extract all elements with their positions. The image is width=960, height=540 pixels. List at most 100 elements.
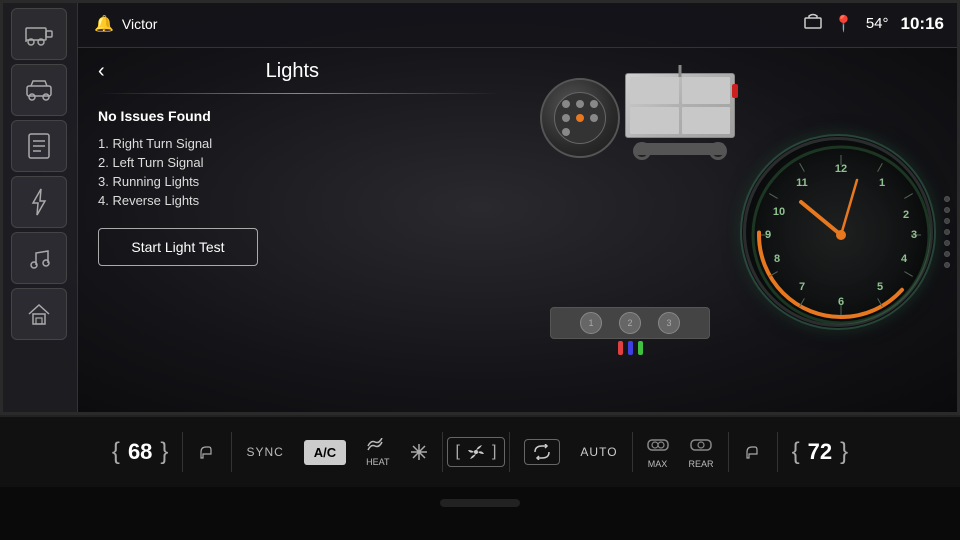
light-dot-2: 2	[619, 312, 641, 334]
svg-text:2: 2	[903, 209, 909, 221]
recirc-icon	[533, 444, 551, 460]
left-temp-section: { 68 }	[102, 438, 179, 466]
divider-4	[509, 432, 510, 472]
panel-header: ‹ Lights	[98, 60, 500, 83]
connector-inner	[554, 92, 606, 144]
svg-text:1: 1	[879, 177, 885, 189]
wire-green	[638, 341, 643, 355]
trailer-body	[625, 73, 735, 138]
auto-section[interactable]: AUTO	[570, 445, 627, 459]
right-temp-section: { 72 }	[782, 438, 859, 466]
top-bar: 🔔 Victor 📍 54° 10:16	[78, 0, 960, 48]
sidebar-item-music[interactable]	[11, 232, 67, 284]
bell-icon: 🔔	[94, 14, 114, 34]
max-label: MAX	[647, 459, 669, 469]
divider-2	[231, 432, 232, 472]
sidebar	[0, 0, 78, 415]
lights-list: 1. Right Turn Signal 2. Left Turn Signal…	[98, 134, 500, 210]
sidebar-item-home[interactable]	[11, 288, 67, 340]
fan-icon	[466, 442, 486, 462]
svg-text:3: 3	[911, 229, 917, 241]
dot-5	[944, 240, 950, 246]
sidebar-item-trailer[interactable]	[11, 8, 67, 60]
sidebar-item-checklist[interactable]	[11, 120, 67, 172]
pin-6	[590, 114, 598, 122]
right-seat-section	[733, 442, 773, 462]
sidebar-item-lightning[interactable]	[11, 176, 67, 228]
list-item: 1. Right Turn Signal	[98, 134, 500, 153]
start-light-test-button[interactable]: Start Light Test	[98, 228, 258, 266]
recirc-section[interactable]	[514, 439, 570, 465]
right-seat-icon	[743, 442, 763, 462]
user-info: 🔔 Victor	[94, 14, 157, 34]
right-bracket-open: {	[792, 438, 800, 466]
pin-5	[576, 114, 584, 122]
sidebar-item-car[interactable]	[11, 64, 67, 116]
left-bracket-close: }	[160, 438, 168, 466]
bottom-bar	[0, 487, 960, 540]
fan-bracket-right: ]	[492, 443, 496, 461]
clock-area: 12 1 2 3 4 5 6 7	[740, 48, 960, 415]
divider-3	[442, 432, 443, 472]
light-strip-bar: 1 2 3	[550, 307, 710, 339]
home-indicator	[440, 499, 520, 507]
analog-clock: 12 1 2 3 4 5 6 7	[743, 137, 933, 327]
snowflake-icon	[410, 443, 428, 461]
max-section[interactable]: MAX	[637, 436, 679, 469]
svg-text:10: 10	[773, 206, 785, 218]
back-button[interactable]: ‹	[98, 60, 105, 83]
snowflake-section	[400, 443, 438, 461]
pin-7	[562, 128, 570, 136]
svg-text:9: 9	[765, 229, 771, 241]
svg-text:5: 5	[877, 281, 883, 293]
left-bracket-open: {	[112, 438, 120, 466]
time-display: 10:16	[901, 14, 944, 34]
location-icon: 📍	[834, 14, 854, 34]
visual-area: 1 2 3	[520, 48, 740, 415]
ac-section[interactable]: A/C	[294, 440, 356, 465]
seat-icon	[197, 442, 217, 462]
rear-section[interactable]: REAR	[679, 436, 724, 469]
pin-2	[576, 100, 584, 108]
trailer-visual	[625, 73, 735, 160]
panel-divider	[98, 93, 500, 94]
heat-icon	[366, 438, 384, 452]
auto-label: AUTO	[580, 445, 617, 459]
divider-7	[777, 432, 778, 472]
svg-text:12: 12	[835, 163, 847, 175]
sync-section[interactable]: SYNC	[236, 445, 293, 459]
svg-text:8: 8	[774, 253, 780, 265]
house-status-icon	[804, 13, 822, 34]
username: Victor	[122, 16, 158, 32]
dot-2	[944, 207, 950, 213]
top-right-status: 📍 54° 10:16	[804, 13, 944, 34]
dots-panel	[937, 196, 957, 268]
sync-label: SYNC	[246, 445, 283, 459]
dot-7	[944, 262, 950, 268]
panel-title: Lights	[121, 60, 464, 83]
rear-label: REAR	[689, 459, 714, 469]
svg-text:7: 7	[799, 281, 805, 293]
heat-section[interactable]: HEAT	[356, 438, 399, 467]
rear-icon	[690, 436, 712, 454]
light-dot-3: 3	[658, 312, 680, 334]
light-dot-1: 1	[580, 312, 602, 334]
wire-red	[618, 341, 623, 355]
max-fan-icon	[647, 436, 669, 454]
divider-5	[632, 432, 633, 472]
fan-section[interactable]: [ ]	[447, 437, 506, 467]
fan-seat-left	[187, 442, 227, 462]
pin-1	[562, 100, 570, 108]
right-bracket-close: }	[840, 438, 848, 466]
dot-1	[944, 196, 950, 202]
ac-button[interactable]: A/C	[304, 440, 346, 465]
list-item: 4. Reverse Lights	[98, 191, 500, 210]
svg-text:6: 6	[838, 296, 844, 308]
status-label: No Issues Found	[98, 108, 500, 124]
divider-6	[728, 432, 729, 472]
divider-1	[182, 432, 183, 472]
dot-6	[944, 251, 950, 257]
right-temp-value: 72	[808, 439, 832, 465]
connector-plug	[540, 78, 620, 158]
pin-3	[590, 100, 598, 108]
